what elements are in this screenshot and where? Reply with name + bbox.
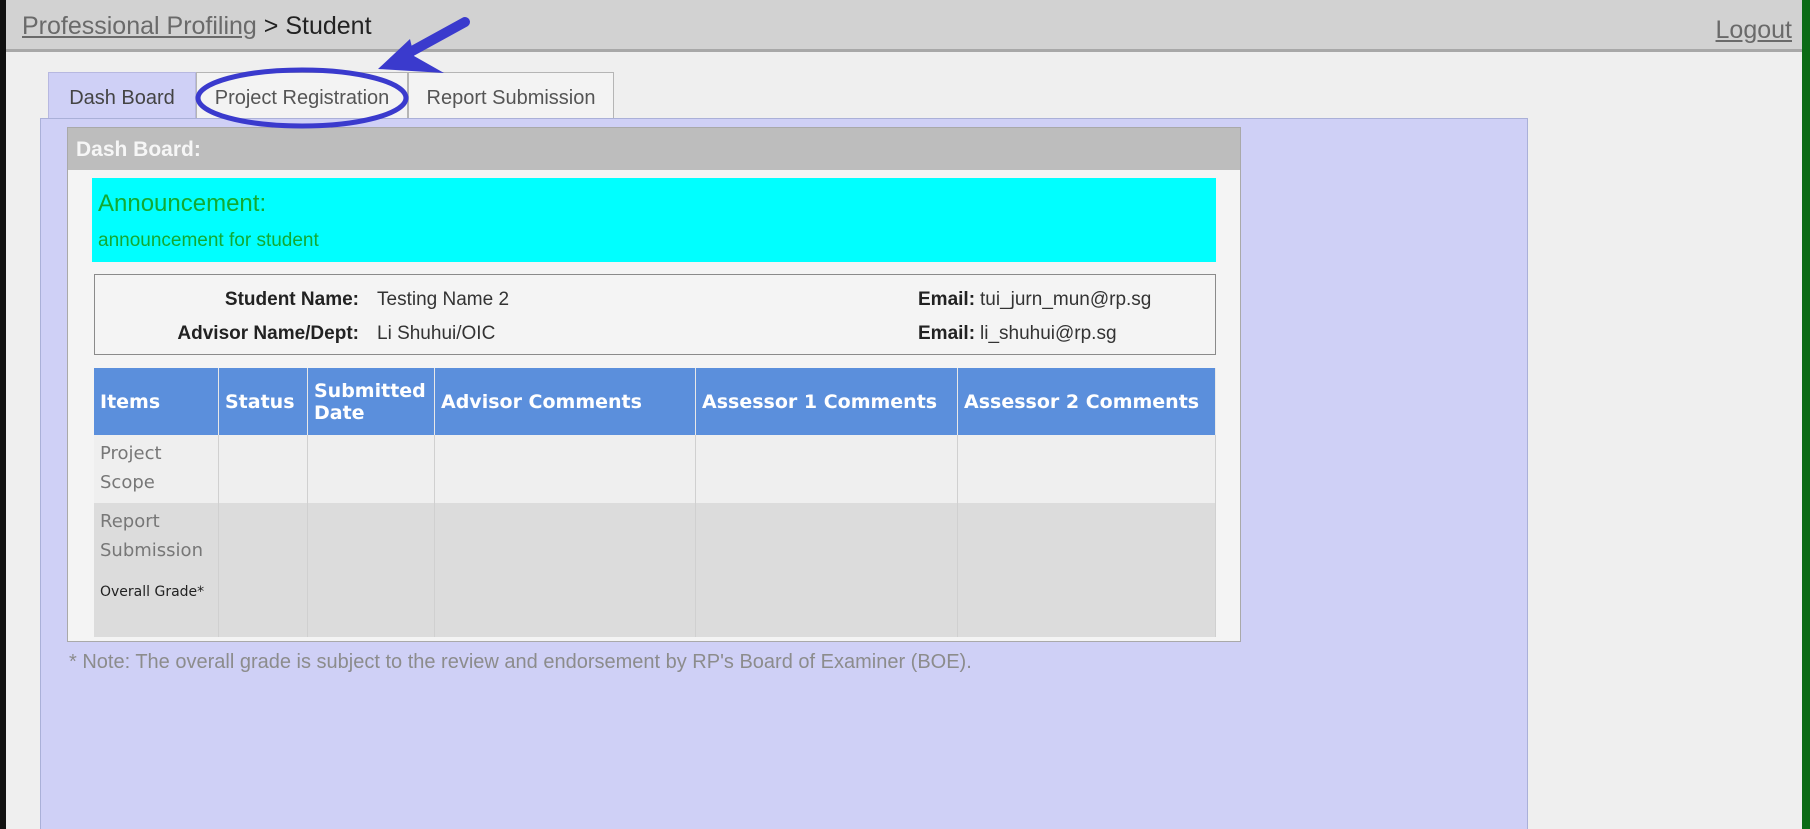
table-row: Overall Grade* (94, 577, 1216, 637)
breadcrumb: Professional Profiling > Student (22, 12, 372, 41)
table-header-row: Items Status Submitted Date Advisor Comm… (94, 368, 1216, 435)
column-header-assessor-1-comments: Assessor 1 Comments (695, 368, 958, 435)
table-row: Report Submission (94, 503, 1216, 577)
dashboard-panel: Dash Board: Announcement: announcement f… (40, 118, 1528, 829)
table-row: Project Scope (94, 435, 1216, 503)
cell-advisor-comments (434, 577, 696, 637)
cell-assessor-1-comments (695, 435, 958, 503)
left-window-edge (0, 0, 6, 829)
announcement-text: announcement for student (98, 230, 319, 251)
column-header-submitted-date: Submitted Date (307, 368, 435, 435)
advisor-email-value: li_shuhui@rp.sg (980, 323, 1117, 344)
announcement-title: Announcement: (98, 190, 267, 217)
cell-submitted-date (307, 435, 435, 503)
cell-item-overall-grade: Overall Grade* (94, 577, 219, 637)
student-name-label: Student Name: (224, 289, 359, 310)
cell-item-report-submission: Report Submission (94, 503, 219, 577)
student-info-box: Student Name: Testing Name 2 Email: tui_… (94, 274, 1216, 355)
cell-assessor-2-comments (957, 435, 1216, 503)
advisor-email-label: Email: (918, 323, 976, 344)
right-window-edge (1802, 0, 1810, 829)
cell-status (218, 577, 308, 637)
tab-project-registration[interactable]: Project Registration (196, 72, 408, 120)
column-header-assessor-2-comments: Assessor 2 Comments (957, 368, 1216, 435)
announcement-box: Announcement: announcement for student (92, 178, 1216, 262)
column-header-items: Items (94, 368, 219, 435)
tab-dash-board[interactable]: Dash Board (48, 72, 196, 124)
cell-advisor-comments (434, 435, 696, 503)
dashboard-box: Dash Board: Announcement: announcement f… (67, 127, 1241, 642)
cell-assessor-1-comments (695, 503, 958, 577)
cell-assessor-2-comments (957, 577, 1216, 637)
column-header-status: Status (218, 368, 308, 435)
items-table: Items Status Submitted Date Advisor Comm… (94, 368, 1216, 637)
breadcrumb-current: Student (285, 12, 372, 40)
top-bar: Professional Profiling > Student Logout (6, 0, 1802, 52)
cell-assessor-2-comments (957, 503, 1216, 577)
advisor-name-label: Advisor Name/Dept: (177, 323, 359, 344)
tab-report-submission[interactable]: Report Submission (408, 72, 614, 120)
breadcrumb-separator: > (256, 12, 286, 40)
cell-item-project-scope: Project Scope (94, 435, 219, 503)
cell-status (218, 435, 308, 503)
advisor-name-value: Li Shuhui/OIC (377, 323, 496, 344)
cell-assessor-1-comments (695, 577, 958, 637)
column-header-advisor-comments: Advisor Comments (434, 368, 696, 435)
breadcrumb-link-professional-profiling[interactable]: Professional Profiling (22, 12, 257, 40)
student-email-value: tui_jurn_mun@rp.sg (980, 289, 1152, 310)
grade-note: * Note: The overall grade is subject to … (69, 651, 972, 673)
cell-advisor-comments (434, 503, 696, 577)
cell-submitted-date (307, 503, 435, 577)
cell-status (218, 503, 308, 577)
logout-link[interactable]: Logout (1716, 16, 1792, 45)
dashboard-header: Dash Board: (68, 128, 1240, 170)
student-email-label: Email: (918, 289, 976, 310)
cell-submitted-date (307, 577, 435, 637)
student-name-value: Testing Name 2 (377, 289, 510, 310)
